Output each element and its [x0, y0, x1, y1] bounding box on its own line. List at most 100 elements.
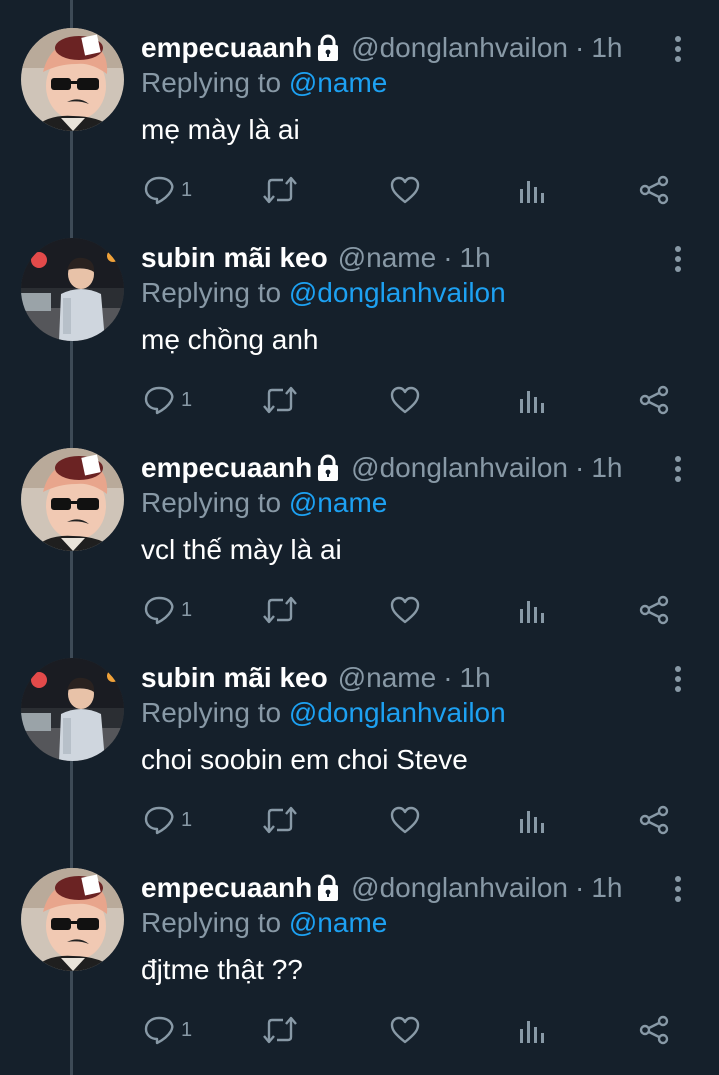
- user-handle[interactable]: @donglanhvailon: [351, 450, 568, 486]
- share-icon: [638, 1015, 670, 1045]
- avatar[interactable]: [21, 28, 124, 131]
- tweet[interactable]: subin mãi keo @name · 1h Replying to @do…: [0, 210, 719, 420]
- more-vertical-icon[interactable]: [668, 244, 688, 274]
- analytics-button[interactable]: [517, 172, 545, 208]
- reply-count: 1: [181, 388, 193, 411]
- action-bar: 1: [141, 592, 681, 628]
- reply-button[interactable]: 1: [143, 172, 192, 208]
- heart-icon: [389, 175, 421, 205]
- reply-button[interactable]: 1: [143, 382, 192, 418]
- display-name[interactable]: subin mãi keo: [141, 240, 328, 276]
- lock-icon: [315, 34, 341, 62]
- mention-link[interactable]: @name: [289, 907, 387, 938]
- reply-icon: [143, 385, 175, 415]
- retweet-button[interactable]: [261, 1012, 299, 1048]
- reply-icon: [143, 1015, 175, 1045]
- tweet[interactable]: empecuaanh @donglanhvailon · 1h Replying…: [0, 840, 719, 1050]
- timestamp[interactable]: 1h: [460, 660, 491, 696]
- avatar[interactable]: [21, 658, 124, 761]
- replying-prefix: Replying to: [141, 697, 282, 728]
- timestamp[interactable]: 1h: [591, 870, 622, 906]
- like-button[interactable]: [389, 1012, 421, 1048]
- mention-link[interactable]: @donglanhvailon: [289, 697, 506, 728]
- share-button[interactable]: [638, 382, 670, 418]
- reply-button[interactable]: 1: [143, 802, 192, 838]
- display-name[interactable]: empecuaanh: [141, 30, 312, 66]
- mention-link[interactable]: @name: [289, 487, 387, 518]
- analytics-button[interactable]: [517, 802, 545, 838]
- replying-to: Replying to @donglanhvailon: [141, 276, 506, 310]
- separator: ·: [443, 662, 453, 693]
- avatar[interactable]: [21, 868, 124, 971]
- user-handle[interactable]: @donglanhvailon: [351, 870, 568, 906]
- share-button[interactable]: [638, 1012, 670, 1048]
- share-button[interactable]: [638, 172, 670, 208]
- reply-button[interactable]: 1: [143, 592, 192, 628]
- tweet[interactable]: empecuaanh @donglanhvailon · 1h Replying…: [0, 0, 719, 210]
- tweet-header: subin mãi keo @name · 1h: [141, 660, 491, 696]
- user-handle[interactable]: @donglanhvailon: [351, 30, 568, 66]
- like-button[interactable]: [389, 382, 421, 418]
- reply-count: 1: [181, 808, 193, 831]
- heart-icon: [389, 1015, 421, 1045]
- separator: ·: [443, 242, 453, 273]
- reply-count: 1: [181, 1018, 193, 1041]
- replying-prefix: Replying to: [141, 907, 282, 938]
- action-bar: 1: [141, 802, 681, 838]
- retweet-icon: [261, 175, 299, 205]
- retweet-button[interactable]: [261, 382, 299, 418]
- more-vertical-icon[interactable]: [668, 874, 688, 904]
- display-name[interactable]: subin mãi keo: [141, 660, 328, 696]
- analytics-button[interactable]: [517, 592, 545, 628]
- separator: ·: [574, 32, 585, 63]
- heart-icon: [389, 805, 421, 835]
- tweet-text: đjtme thật ??: [141, 954, 303, 985]
- timestamp[interactable]: 1h: [460, 240, 491, 276]
- display-name[interactable]: empecuaanh: [141, 450, 312, 486]
- reply-icon: [143, 175, 175, 205]
- tweet-text: choi soobin em choi Steve: [141, 744, 468, 775]
- heart-icon: [389, 385, 421, 415]
- analytics-icon: [517, 1015, 545, 1045]
- retweet-button[interactable]: [261, 172, 299, 208]
- display-name[interactable]: empecuaanh: [141, 870, 312, 906]
- share-button[interactable]: [638, 592, 670, 628]
- analytics-icon: [517, 385, 545, 415]
- like-button[interactable]: [389, 592, 421, 628]
- analytics-button[interactable]: [517, 382, 545, 418]
- tweet-text: vcl thế mày là ai: [141, 534, 342, 565]
- replying-to: Replying to @name: [141, 486, 387, 520]
- reply-button[interactable]: 1: [143, 1012, 192, 1048]
- replying-to: Replying to @name: [141, 906, 387, 940]
- lock-icon: [315, 454, 341, 482]
- mention-link[interactable]: @name: [289, 67, 387, 98]
- user-handle[interactable]: @name: [338, 240, 436, 276]
- retweet-button[interactable]: [261, 592, 299, 628]
- user-handle[interactable]: @name: [338, 660, 436, 696]
- avatar[interactable]: [21, 238, 124, 341]
- more-vertical-icon[interactable]: [668, 664, 688, 694]
- analytics-button[interactable]: [517, 1012, 545, 1048]
- timestamp[interactable]: 1h: [591, 450, 622, 486]
- like-button[interactable]: [389, 802, 421, 838]
- retweet-icon: [261, 385, 299, 415]
- mention-link[interactable]: @donglanhvailon: [289, 277, 506, 308]
- share-button[interactable]: [638, 802, 670, 838]
- more-vertical-icon[interactable]: [668, 34, 688, 64]
- tweet[interactable]: subin mãi keo @name · 1h Replying to @do…: [0, 630, 719, 840]
- action-bar: 1: [141, 382, 681, 418]
- tweet[interactable]: empecuaanh @donglanhvailon · 1h Replying…: [0, 420, 719, 630]
- tweet-text: mẹ mày là ai: [141, 114, 300, 145]
- timestamp[interactable]: 1h: [591, 30, 622, 66]
- replying-to: Replying to @name: [141, 66, 387, 100]
- avatar[interactable]: [21, 448, 124, 551]
- retweet-icon: [261, 805, 299, 835]
- like-button[interactable]: [389, 172, 421, 208]
- replying-to: Replying to @donglanhvailon: [141, 696, 506, 730]
- tweet-header: empecuaanh @donglanhvailon · 1h: [141, 870, 622, 906]
- retweet-button[interactable]: [261, 802, 299, 838]
- analytics-icon: [517, 595, 545, 625]
- more-vertical-icon[interactable]: [668, 454, 688, 484]
- replying-prefix: Replying to: [141, 277, 282, 308]
- replying-prefix: Replying to: [141, 487, 282, 518]
